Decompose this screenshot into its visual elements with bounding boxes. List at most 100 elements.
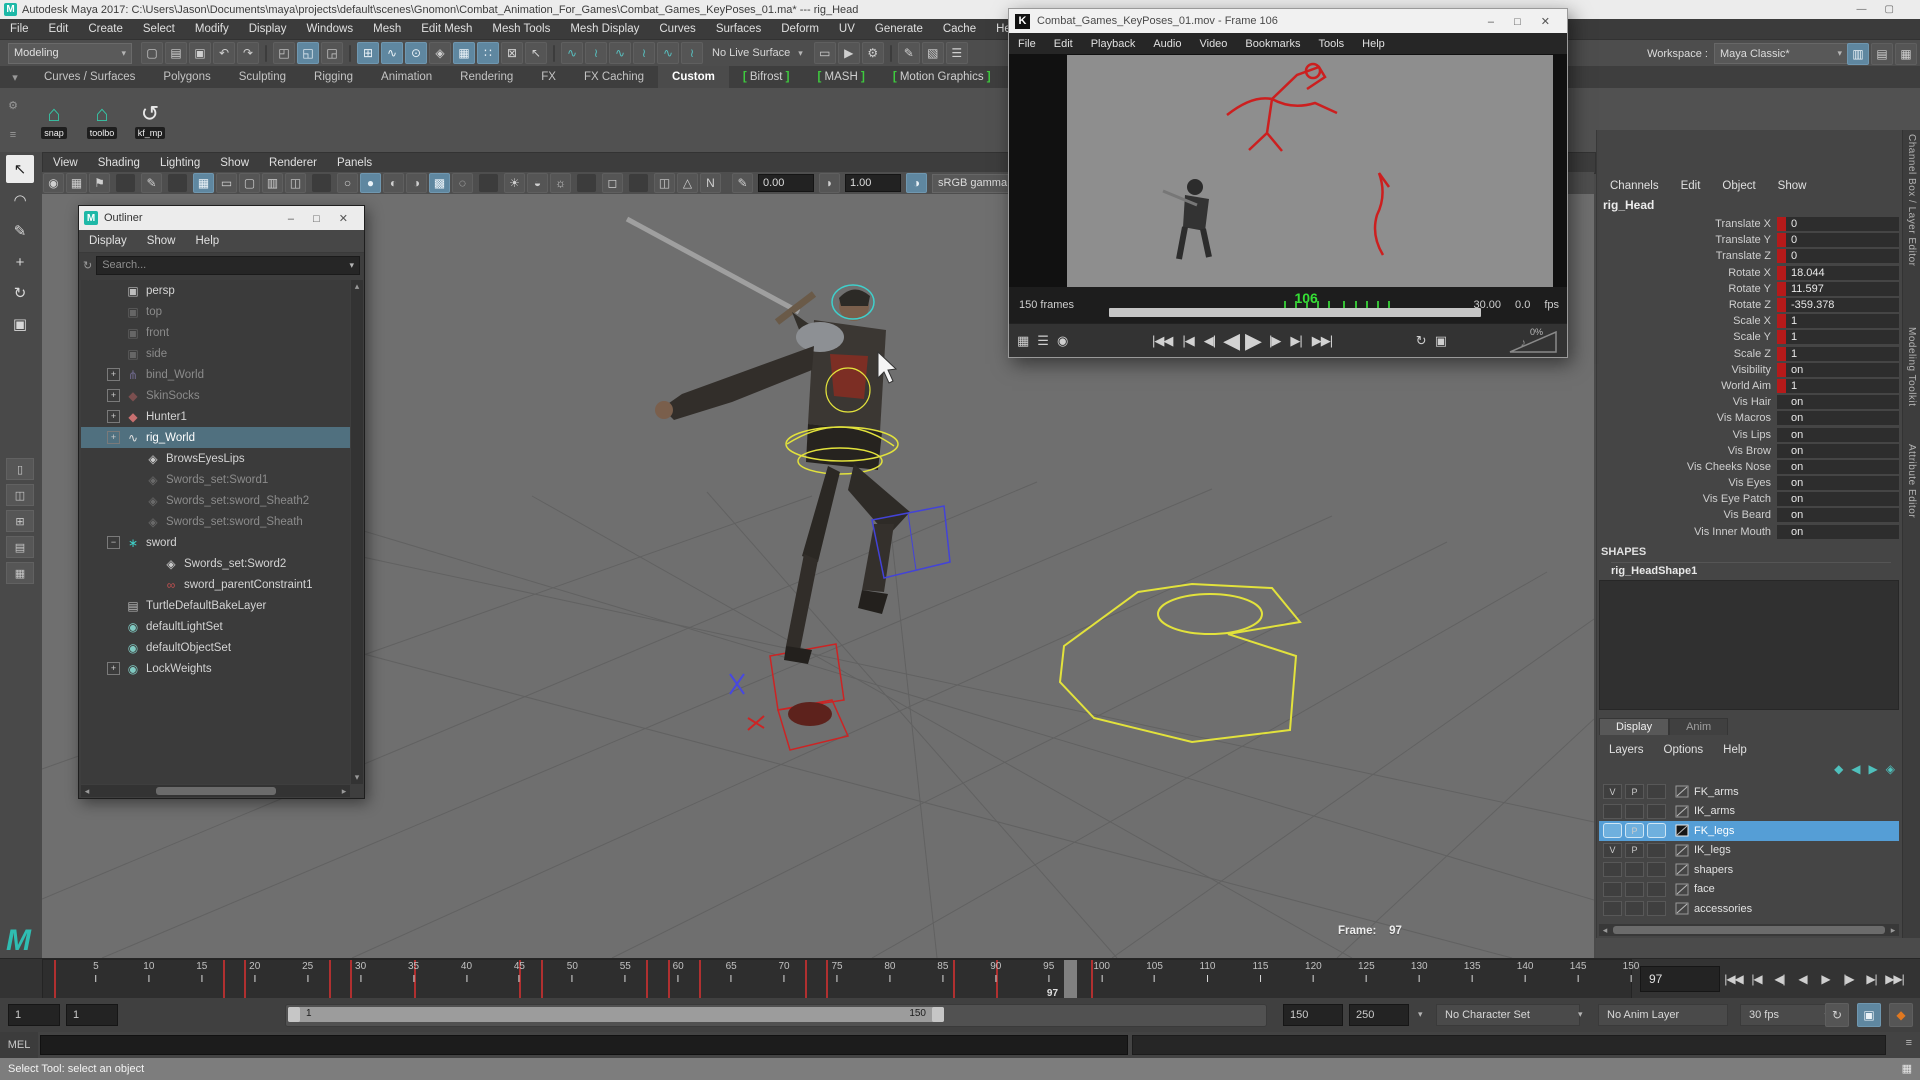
channel-value-field[interactable]: on <box>1777 395 1899 409</box>
step-forward-frame-button[interactable]: ▶| <box>1860 966 1883 991</box>
animation-end-field[interactable]: 250 <box>1349 1004 1409 1026</box>
hypershade-icon[interactable]: ☰ <box>946 42 968 64</box>
step-back-key-button[interactable]: ◀| <box>1768 966 1791 991</box>
menu-item[interactable]: Edit Mesh <box>411 19 482 39</box>
character-model[interactable] <box>627 219 950 750</box>
menu-item[interactable]: Modify <box>185 19 239 39</box>
outliner-close-button[interactable]: ✕ <box>339 213 348 225</box>
snap-to-view-plane-icon[interactable]: ▦ <box>453 42 475 64</box>
layer-display-type-toggle[interactable] <box>1647 901 1666 916</box>
shelf-tab[interactable]: Curves / Surfaces <box>30 66 149 88</box>
expand-toggle-icon[interactable]: + <box>107 431 120 444</box>
channel-value-field[interactable]: 1 <box>1777 330 1899 344</box>
select-tool[interactable]: ↖ <box>6 155 34 183</box>
shelf-tab[interactable]: FX <box>527 66 570 88</box>
toggle-channel-box-icon[interactable]: ▥ <box>1847 43 1869 65</box>
range-end-handle[interactable] <box>932 1007 944 1022</box>
camera-attributes-icon[interactable]: ▦ <box>66 173 87 193</box>
select-by-object-icon[interactable]: ◱ <box>297 42 319 64</box>
step-back-frame-button[interactable]: |◀ <box>1745 966 1768 991</box>
channel-value-field[interactable]: on <box>1777 444 1899 458</box>
layer-row[interactable]: V P FK_arms <box>1599 782 1899 802</box>
channel-value-field[interactable]: 1 <box>1777 379 1899 393</box>
layer-playback-toggle[interactable]: P <box>1625 823 1644 838</box>
channel-value-field[interactable]: 11.597 <box>1777 282 1899 296</box>
player-menu-item[interactable]: Playback <box>1082 34 1145 54</box>
shelf-tab[interactable]: Bifrost <box>729 66 804 88</box>
outliner-item[interactable]: + ◆ Hunter1 <box>81 406 350 427</box>
channel-value-field[interactable]: on <box>1777 492 1899 506</box>
live-surface-selector[interactable]: No Live Surface <box>712 47 790 59</box>
single-pane-layout-button[interactable]: ▯ <box>6 458 34 480</box>
layer-list-scrollbar[interactable]: ◂▸ <box>1599 924 1899 936</box>
range-start-handle[interactable] <box>288 1007 300 1022</box>
menu-item[interactable]: Mesh Display <box>560 19 649 39</box>
outliner-item[interactable]: ◈ Swords_set:sword_Sheath2 <box>81 490 350 511</box>
character-set-menu-icon[interactable]: ▾ <box>1418 1009 1423 1020</box>
outliner-item[interactable]: − ∗ sword <box>81 532 350 553</box>
grid-toggle-icon[interactable]: ▦ <box>193 173 214 193</box>
player-menu-item[interactable]: Tools <box>1309 34 1353 54</box>
player-previous-key-button[interactable]: ◀| <box>1204 333 1215 349</box>
menu-item[interactable]: Surfaces <box>706 19 771 39</box>
layer-editor-menu-item[interactable]: Help <box>1713 740 1757 760</box>
channel-box-menu-item[interactable]: Show <box>1767 176 1818 196</box>
four-pane-layout-button[interactable]: ⊞ <box>6 510 34 532</box>
channel-value-field[interactable]: 18.044 <box>1777 266 1899 280</box>
player-title-bar[interactable]: K Combat_Games_KeyPoses_01.mov - Frame 1… <box>1009 9 1567 33</box>
rebuild-icon[interactable]: ∿ <box>657 42 679 64</box>
layer-display-type-toggle[interactable] <box>1647 804 1666 819</box>
tab-modeling-toolkit[interactable]: Modeling Toolkit <box>1903 323 1920 411</box>
maximize-window-button[interactable]: ▢ <box>1885 4 1894 15</box>
layer-playback-toggle[interactable]: P <box>1625 843 1644 858</box>
list-view-icon[interactable]: ☰ <box>1037 333 1049 349</box>
smooth-shade-icon[interactable]: ● <box>360 173 381 193</box>
redo-icon[interactable]: ↷ <box>237 42 259 64</box>
two-pane-layout-button[interactable]: ◫ <box>6 484 34 506</box>
create-layer-from-selected-icon[interactable]: ◀ <box>1851 762 1860 776</box>
shelf-tab[interactable]: MASH <box>804 66 879 88</box>
select-by-component-icon[interactable]: ◲ <box>321 42 343 64</box>
open-scene-icon[interactable]: ▤ <box>165 42 187 64</box>
outliner-item[interactable]: ▤ TurtleDefaultBakeLayer <box>81 595 350 616</box>
shadows-icon[interactable]: ◒ <box>527 173 548 193</box>
step-forward-key-button[interactable]: |▶ <box>1837 966 1860 991</box>
search-dropdown-icon[interactable]: ▾ <box>349 257 354 274</box>
script-editor-icon[interactable]: ≡ <box>1906 1037 1912 1049</box>
outliner-title-bar[interactable]: M Outliner – □ ✕ <box>79 206 364 230</box>
use-all-lights-icon[interactable]: ☀ <box>504 173 525 193</box>
shelf-menu-icon[interactable]: ▾ <box>0 71 30 84</box>
hypergraph-layout-button[interactable]: ▦ <box>6 562 34 584</box>
go-to-end-button[interactable]: ▶▶| <box>1883 966 1906 991</box>
minimize-window-button[interactable]: — <box>1857 4 1867 15</box>
render-current-frame-icon[interactable]: ▭ <box>814 42 836 64</box>
layer-visibility-toggle[interactable]: V <box>1603 784 1622 799</box>
shelf-item-snap[interactable]: ⌂ snap <box>34 101 74 139</box>
layer-row[interactable]: V P IK_legs <box>1599 841 1899 861</box>
isolate-select-icon[interactable]: ◻ <box>602 173 623 193</box>
channel-value-field[interactable]: 0 <box>1777 249 1899 263</box>
snap-to-curve-icon[interactable]: ∿ <box>381 42 403 64</box>
toggle-tool-settings-icon[interactable]: ▦ <box>1895 43 1917 65</box>
tab-channel-box-layer-editor[interactable]: Channel Box / Layer Editor <box>1903 130 1920 271</box>
player-timeline-bar[interactable]: 106 <box>1109 308 1481 317</box>
wireframe-icon[interactable]: ○ <box>337 173 358 193</box>
outliner-item[interactable]: ◈ BrowsEyesLips <box>81 448 350 469</box>
channel-value-field[interactable]: 1 <box>1777 314 1899 328</box>
anim-layer-selector[interactable]: No Anim Layer <box>1598 1004 1728 1026</box>
outliner-item[interactable]: + ◆ SkinSocks <box>81 385 350 406</box>
construction-history-icon[interactable]: ∿ <box>609 42 631 64</box>
expand-toggle-icon[interactable]: + <box>107 368 120 381</box>
player-menu-item[interactable]: Help <box>1353 34 1394 54</box>
ground-control-curve[interactable] <box>1060 584 1300 742</box>
layer-visibility-toggle[interactable] <box>1603 862 1622 877</box>
player-play-forward-button[interactable]: ▶ <box>1245 328 1261 354</box>
color-palette-icon[interactable]: ◉ <box>1057 333 1068 349</box>
menu-item[interactable]: Mesh <box>363 19 411 39</box>
make-live-icon[interactable]: ∷ <box>477 42 499 64</box>
outliner-item[interactable]: ◉ defaultObjectSet <box>81 637 350 658</box>
highlight-selection-icon[interactable]: ↖ <box>525 42 547 64</box>
playback-loop-toggle[interactable]: ↻ <box>1825 1003 1849 1027</box>
outliner-search-input[interactable]: Search... ▾ <box>96 256 360 275</box>
outliner-item[interactable]: ◈ Swords_set:sword_Sheath <box>81 511 350 532</box>
